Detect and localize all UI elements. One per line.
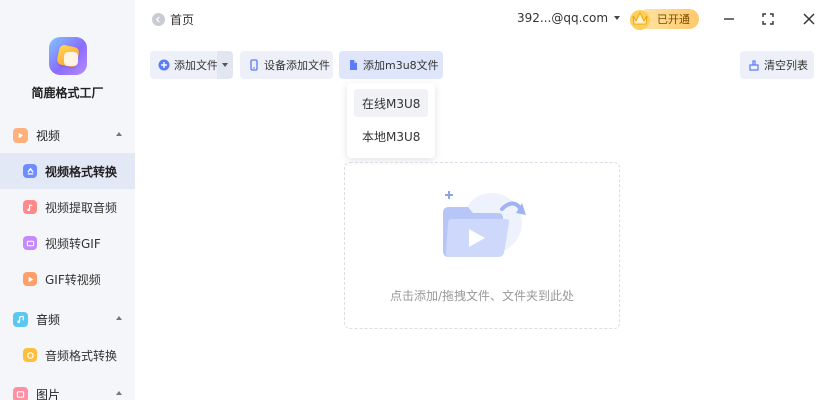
menu-item-local-m3u8[interactable]: 本地M3U8 [354, 122, 428, 150]
plus-circle-icon [158, 59, 170, 71]
vip-label: 已开通 [657, 13, 690, 26]
add-file-dropdown-button[interactable] [217, 51, 233, 79]
add-m3u8-button[interactable]: 添加m3u8文件 [339, 51, 443, 79]
minimize-icon [724, 18, 734, 20]
clear-list-button[interactable]: 清空列表 [740, 51, 814, 79]
extract-audio-icon [23, 200, 37, 214]
app-logo [49, 37, 87, 75]
sidebar-item-gif-to-video[interactable]: GIF转视频 [0, 261, 135, 297]
drop-hint: 点击添加/拖拽文件、文件夹到此处 [389, 289, 575, 303]
sidebar-item-label: GIF转视频 [45, 272, 101, 287]
category-image[interactable]: 图片 [0, 379, 135, 400]
sidebar-item-video-convert[interactable]: 视频格式转换 [0, 153, 135, 189]
clear-list-label: 清空列表 [764, 59, 808, 72]
back-icon [152, 13, 165, 26]
image-icon [13, 386, 28, 400]
account-menu[interactable]: 392...@qq.com [517, 11, 621, 25]
music-icon [13, 311, 28, 327]
sidebar-item-label: 视频格式转换 [45, 164, 118, 179]
close-button[interactable] [802, 12, 816, 26]
device-add-file-button[interactable]: 设备添加文件 [240, 51, 333, 79]
menu-item-label: 在线M3U8 [362, 96, 421, 111]
category-audio[interactable]: 音频 [0, 304, 135, 334]
account-email: 392...@qq.com [517, 11, 609, 25]
category-video[interactable]: 视频 [0, 120, 135, 150]
maximize-button[interactable] [761, 12, 775, 26]
category-label: 图片 [36, 387, 61, 400]
folder-video-icon [443, 191, 526, 257]
menu-item-online-m3u8[interactable]: 在线M3U8 [354, 89, 428, 117]
video-icon [13, 127, 28, 143]
gif-icon [23, 236, 37, 250]
sidebar-item-extract-audio[interactable]: 视频提取音频 [0, 189, 135, 225]
collapse-arrow-icon[interactable] [116, 391, 122, 395]
video-convert-icon [23, 164, 37, 178]
sidebar-item-label: 视频提取音频 [45, 200, 118, 215]
home-link[interactable]: 首页 [152, 11, 194, 28]
minimize-button[interactable] [722, 12, 736, 26]
collapse-arrow-icon[interactable] [116, 316, 122, 320]
gif-video-icon [23, 272, 37, 286]
sidebar-item-video-to-gif[interactable]: 视频转GIF [0, 225, 135, 261]
close-icon [803, 13, 815, 25]
category-label: 音频 [36, 312, 61, 327]
crown-icon [630, 10, 650, 30]
add-file-label: 添加文件 [174, 59, 218, 72]
maximize-icon [762, 13, 774, 25]
device-add-file-label: 设备添加文件 [264, 59, 330, 72]
app-name: 简鹿格式工厂 [31, 86, 104, 100]
sidebar: 简鹿格式工厂 视频 视频格式转换 视频提取音频 视频转GIF GIF转视频 音频… [0, 0, 135, 400]
add-m3u8-label: 添加m3u8文件 [363, 59, 439, 72]
chevron-down-icon [222, 63, 228, 67]
category-label: 视频 [36, 128, 61, 143]
collapse-arrow-icon[interactable] [116, 132, 122, 136]
chevron-down-icon [614, 16, 621, 20]
file-icon [347, 59, 359, 71]
vip-badge[interactable]: 已开通 [628, 7, 699, 31]
file-drop-zone[interactable]: 点击添加/拖拽文件、文件夹到此处 [344, 162, 620, 329]
sidebar-item-label: 音频格式转换 [45, 348, 118, 363]
add-file-button[interactable]: 添加文件 [150, 51, 218, 79]
phone-icon [248, 59, 260, 71]
sidebar-item-label: 视频转GIF [45, 236, 101, 251]
menu-item-label: 本地M3U8 [362, 129, 421, 144]
broom-icon [748, 59, 760, 71]
home-label: 首页 [170, 13, 195, 27]
m3u8-dropdown-menu: 在线M3U8 本地M3U8 [347, 83, 435, 158]
audio-convert-icon [23, 348, 37, 362]
sidebar-item-audio-convert[interactable]: 音频格式转换 [0, 337, 135, 373]
